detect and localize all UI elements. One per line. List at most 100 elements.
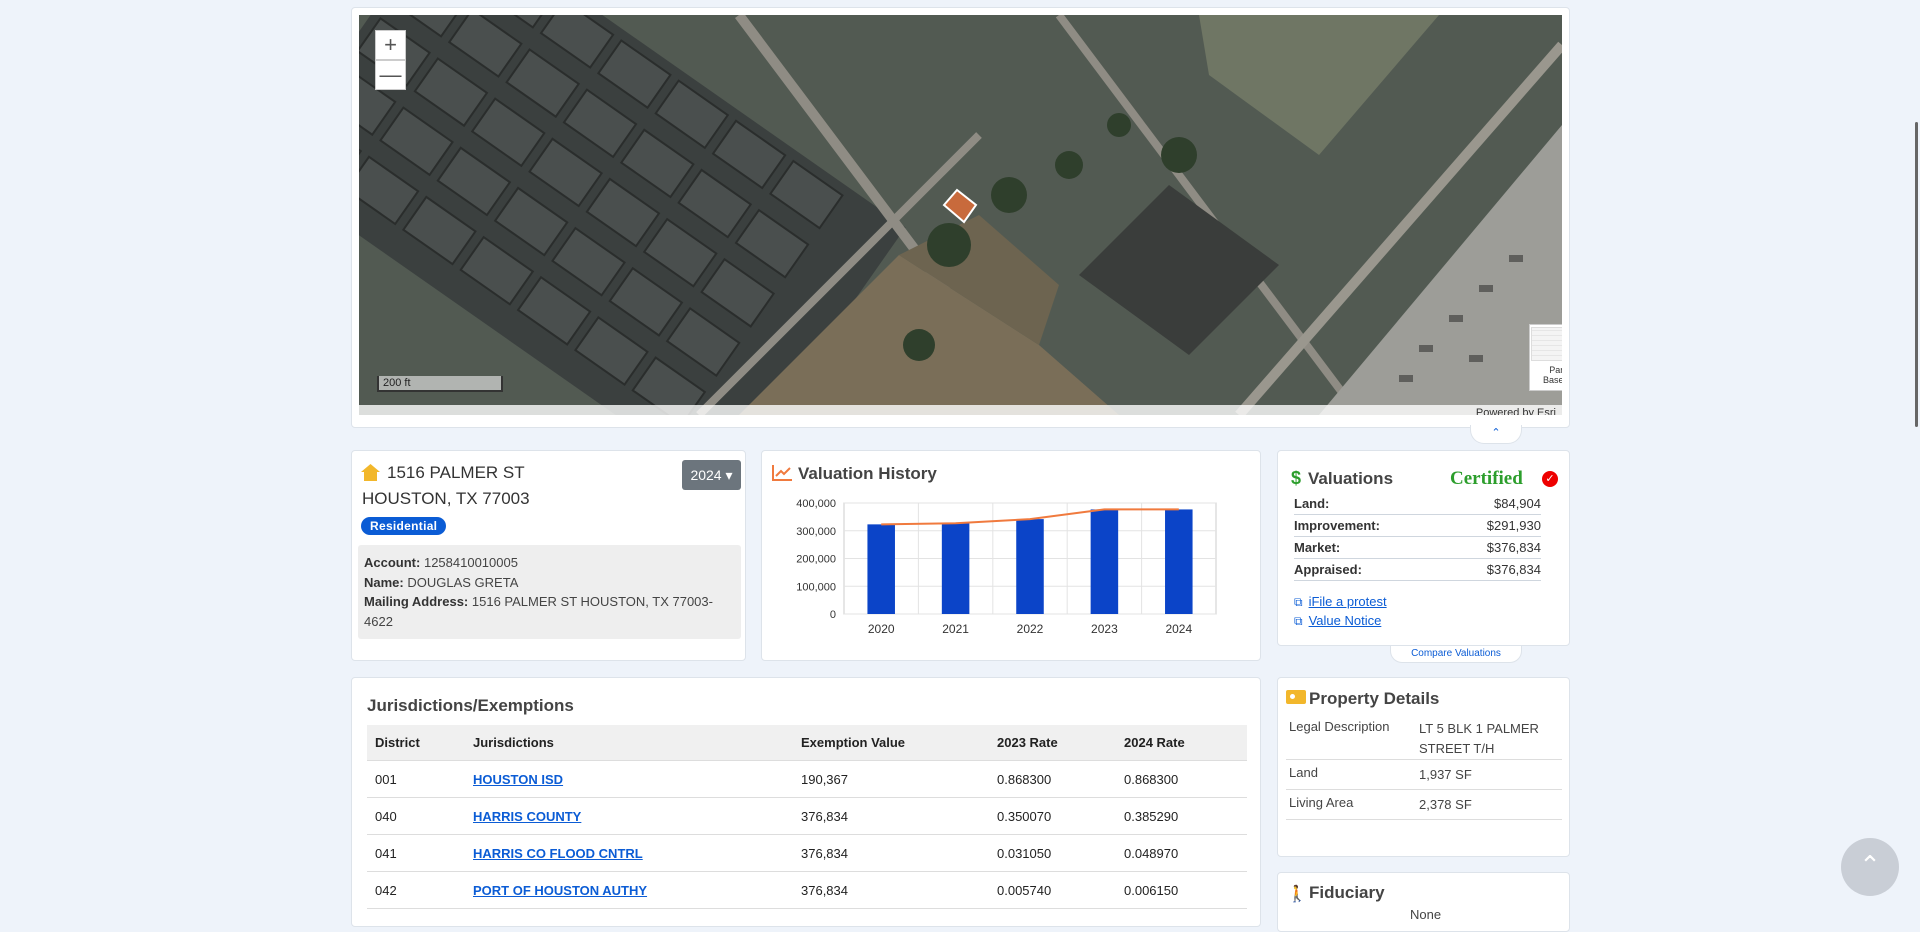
jurisdiction-link[interactable]: HARRIS COUNTY <box>473 809 581 824</box>
district-cell: 041 <box>367 834 465 872</box>
valuation-row-appraised: Appraised: $376,834 <box>1294 559 1541 581</box>
chevron-up-icon: ⌃ <box>1491 427 1501 439</box>
external-link-icon: ⧉ <box>1294 614 1303 628</box>
column-header: 2024 Rate <box>1116 725 1247 761</box>
table-header-row: District Jurisdictions Exemption Value 2… <box>367 725 1247 761</box>
table-row: 001 HOUSTON ISD 190,367 0.868300 0.86830… <box>367 760 1247 798</box>
x-tick-label: 2020 <box>868 622 895 636</box>
x-tick-label: 2023 <box>1091 622 1118 636</box>
aerial-imagery <box>359 15 1562 415</box>
scroll-to-top-button[interactable]: ⌃ <box>1841 838 1899 896</box>
bar <box>1165 509 1193 614</box>
table-row: 040 HARRIS COUNTY 376,834 0.350070 0.385… <box>367 797 1247 835</box>
home-icon <box>361 464 380 481</box>
id-card-icon <box>1286 690 1306 704</box>
basemap-thumbnail <box>1531 327 1562 361</box>
valuation-label: Appraised: <box>1294 562 1362 577</box>
exemption-cell: 190,367 <box>793 760 989 798</box>
zoom-out-button[interactable]: — <box>375 60 406 90</box>
external-link-icon: ⧉ <box>1294 595 1303 609</box>
jurisdictions-card: Jurisdictions/Exemptions District Jurisd… <box>351 677 1261 927</box>
bar <box>1016 519 1044 614</box>
valuation-amount: $376,834 <box>1486 562 1541 577</box>
jurisdictions-table: District Jurisdictions Exemption Value 2… <box>367 725 1247 909</box>
basemap-label-line1: Parcel <box>1549 365 1562 375</box>
check-circle-icon: ✓ <box>1542 471 1558 487</box>
valuation-amount: $84,904 <box>1494 496 1541 511</box>
rate-2023-cell: 0.868300 <box>989 760 1116 798</box>
jurisdiction-cell: HOUSTON ISD <box>465 760 793 798</box>
owner-name: DOUGLAS GRETA <box>407 574 519 590</box>
line-chart-icon <box>772 465 792 481</box>
detail-row-land: Land 1,937 SF <box>1286 760 1562 790</box>
aerial-map[interactable]: + — 200 ft Parcel Basemap Powered by Esr… <box>359 15 1562 415</box>
x-tick-label: 2024 <box>1165 622 1192 636</box>
district-cell: 001 <box>367 760 465 798</box>
jurisdiction-cell: PORT OF HOUSTON AUTHY <box>465 871 793 909</box>
compare-valuations-button[interactable]: Compare Valuations <box>1390 646 1522 663</box>
tax-year-dropdown[interactable]: 2024 ▾ <box>682 460 741 490</box>
rate-2023-cell: 0.031050 <box>989 834 1116 872</box>
detail-value: 1,937 SF <box>1419 767 1472 782</box>
valuation-row-improvement: Improvement: $291,930 <box>1294 515 1541 537</box>
property-details-card: Property Details Legal Description LT 5 … <box>1277 677 1570 857</box>
caret-down-icon: ▾ <box>721 467 733 483</box>
valuation-row-market: Market: $376,834 <box>1294 537 1541 559</box>
fiduciary-value: None <box>1410 907 1442 922</box>
basemap-toggle[interactable]: Parcel Basemap <box>1529 324 1562 391</box>
valuation-label: Market: <box>1294 540 1341 555</box>
name-label: Name: <box>364 574 404 590</box>
map-attribution: Powered by Esri <box>359 405 1562 415</box>
valuation-history-chart: 400,000 300,000 200,000 100,000 0 2020 2021 202… <box>796 498 1217 636</box>
jurisdiction-cell: HARRIS COUNTY <box>465 797 793 835</box>
chevron-up-icon: ⌃ <box>1859 850 1881 880</box>
account-label: Account: <box>364 555 421 570</box>
jurisdiction-link[interactable]: HARRIS CO FLOOD CNTRL <box>473 846 643 861</box>
address-line1: 1516 PALMER ST <box>387 463 525 482</box>
district-cell: 040 <box>367 797 465 835</box>
rate-2024-cell: 0.868300 <box>1116 760 1247 798</box>
jurisdiction-link[interactable]: HOUSTON ISD <box>473 772 563 787</box>
collapse-map-button[interactable]: ⌃ <box>1470 425 1522 444</box>
bar <box>941 523 970 614</box>
valuation-label: Land: <box>1294 496 1330 511</box>
map-scale-bar: 200 ft <box>377 376 503 392</box>
detail-value: LT 5 BLK 1 PALMER STREET T/H <box>1419 721 1539 756</box>
valuation-row-land: Land: $84,904 <box>1294 493 1541 515</box>
valuation-amount: $291,930 <box>1486 518 1541 533</box>
tax-year-value: 2024 <box>690 467 722 483</box>
basemap-label-line2: Basemap <box>1542 375 1562 385</box>
valuation-history-card: Valuation History 400,000 300,000 200,000 1… <box>761 450 1261 661</box>
detail-key: Legal Description <box>1289 719 1390 734</box>
fiduciary-card: 🚶 Fiduciary None <box>1277 872 1570 932</box>
exemption-cell: 376,834 <box>793 834 989 872</box>
valuation-history-title: Valuation History <box>798 464 937 483</box>
jurisdictions-title: Jurisdictions/Exemptions <box>367 696 574 715</box>
valuations-card: $ Valuations Certified ✓ Land: $84,904 Im… <box>1277 450 1570 646</box>
map-card: + — 200 ft Parcel Basemap Powered by Esr… <box>351 7 1570 428</box>
page-scrollbar-thumb[interactable] <box>1915 122 1918 427</box>
rate-2023-cell: 0.005740 <box>989 871 1116 909</box>
property-summary-card: 1516 PALMER ST HOUSTON, TX 77003 2024 ▾ … <box>351 450 746 661</box>
rate-2024-cell: 0.385290 <box>1116 797 1247 835</box>
property-details-title: Property Details <box>1309 689 1440 708</box>
valuation-label: Improvement: <box>1294 518 1380 533</box>
district-cell: 042 <box>367 871 465 909</box>
zoom-in-button[interactable]: + <box>375 30 406 60</box>
jurisdiction-link[interactable]: PORT OF HOUSTON AUTHY <box>473 883 647 898</box>
jurisdiction-cell: HARRIS CO FLOOD CNTRL <box>465 834 793 872</box>
value-notice-link[interactable]: ⧉ Value Notice <box>1294 613 1381 629</box>
y-tick-label: 400,000 <box>796 498 836 510</box>
ifile-protest-link[interactable]: ⧉ iFile a protest <box>1294 594 1387 610</box>
y-tick-label: 300,000 <box>796 526 836 538</box>
column-header: District <box>367 725 465 761</box>
exemption-cell: 376,834 <box>793 797 989 835</box>
column-header: 2023 Rate <box>989 725 1116 761</box>
detail-value: 2,378 SF <box>1419 797 1472 812</box>
mailing-label: Mailing Address: <box>364 594 469 609</box>
owner-info-box: Account: 1258410010005 Name: DOUGLAS GRE… <box>358 545 741 639</box>
valuations-title: Valuations <box>1308 469 1394 488</box>
detail-key: Living Area <box>1289 795 1354 810</box>
x-tick-label: 2021 <box>942 622 969 636</box>
rate-2024-cell: 0.006150 <box>1116 871 1247 909</box>
